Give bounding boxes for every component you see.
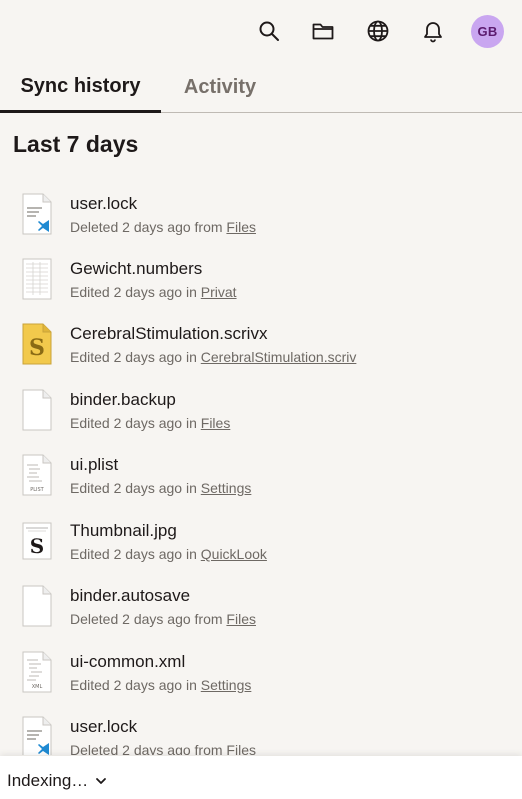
file-meta: Edited 2 days ago in Settings: [70, 677, 252, 693]
file-meta: Deleted 2 days ago from Files: [70, 742, 256, 755]
file-name: CerebralStimulation.scrivx: [70, 324, 268, 343]
list-item[interactable]: binder.autosave Deleted 2 days ago from …: [0, 572, 522, 637]
section-title: Last 7 days: [13, 131, 139, 157]
folder-link[interactable]: QuickLook: [201, 546, 267, 562]
scrivener-icon: S: [20, 322, 54, 366]
list-item[interactable]: binder.backup Edited 2 days ago in Files: [0, 376, 522, 441]
list-item[interactable]: XML ui-common.xml Edited 2 days ago in S…: [0, 638, 522, 703]
list-item[interactable]: user.lock Deleted 2 days ago from Files: [0, 703, 522, 755]
list-item[interactable]: Gewicht.numbers Edited 2 days ago in Pri…: [0, 245, 522, 310]
file-meta: Edited 2 days ago in Settings: [70, 480, 252, 496]
file-name: Thumbnail.jpg: [70, 521, 177, 540]
svg-text:XML: XML: [32, 684, 43, 690]
file-meta: Deleted 2 days ago from Files: [70, 219, 256, 235]
file-meta: Edited 2 days ago in CerebralStimulation…: [70, 349, 357, 365]
tab-activity[interactable]: Activity: [161, 62, 279, 113]
file-name: ui.plist: [70, 455, 119, 474]
blank-file-icon: [20, 584, 54, 628]
globe-icon[interactable]: [364, 17, 392, 45]
file-name: binder.backup: [70, 390, 176, 409]
folder-link[interactable]: Files: [201, 415, 231, 431]
svg-text:PLIST: PLIST: [30, 487, 44, 493]
list-item[interactable]: user.lock Deleted 2 days ago from Files: [0, 180, 522, 245]
folder-link[interactable]: CerebralStimulation.scriv: [201, 349, 357, 365]
indexing-label: Indexing…: [7, 771, 89, 790]
vscode-doc-icon: [20, 192, 54, 236]
list-item[interactable]: S CerebralStimulation.scrivx Edited 2 da…: [0, 310, 522, 375]
blank-file-icon: [20, 388, 54, 432]
list-item[interactable]: S Thumbnail.jpg Edited 2 days ago in Qui…: [0, 507, 522, 572]
list-item[interactable]: PLIST ui.plist Edited 2 days ago in Sett…: [0, 441, 522, 506]
file-name: user.lock: [70, 717, 138, 736]
chevron-down-icon: [96, 778, 107, 784]
folder-link[interactable]: Settings: [201, 480, 252, 496]
file-name: ui-common.xml: [70, 652, 186, 671]
search-icon[interactable]: [255, 17, 283, 45]
file-name: user.lock: [70, 194, 138, 213]
svg-text:S: S: [30, 534, 44, 558]
bell-icon[interactable]: [419, 17, 447, 45]
spreadsheet-icon: [20, 257, 54, 301]
top-bar: GB: [0, 0, 522, 62]
plist-file-icon: PLIST: [20, 453, 54, 497]
file-meta: Edited 2 days ago in Privat: [70, 284, 237, 300]
sync-history-list: user.lock Deleted 2 days ago from Files …: [0, 180, 522, 755]
svg-text:S: S: [29, 335, 45, 361]
status-bar: Indexing…: [0, 756, 522, 799]
file-name: binder.autosave: [70, 586, 191, 605]
indexing-status-button[interactable]: Indexing…: [7, 771, 108, 791]
xml-file-icon: XML: [20, 650, 54, 694]
file-name: Gewicht.numbers: [70, 259, 203, 278]
tab-bar: Sync history Activity: [0, 62, 522, 113]
image-thumbnail-icon: S: [20, 519, 54, 563]
avatar[interactable]: GB: [471, 15, 504, 48]
file-meta: Deleted 2 days ago from Files: [70, 611, 256, 627]
folder-icon[interactable]: [309, 17, 337, 45]
folder-link[interactable]: Files: [226, 742, 256, 755]
file-meta: Edited 2 days ago in Files: [70, 415, 231, 431]
folder-link[interactable]: Privat: [201, 284, 237, 300]
vscode-doc-icon: [20, 715, 54, 755]
folder-link[interactable]: Settings: [201, 677, 252, 693]
tab-sync-history[interactable]: Sync history: [0, 62, 161, 113]
file-meta: Edited 2 days ago in QuickLook: [70, 546, 267, 562]
folder-link[interactable]: Files: [226, 219, 256, 235]
folder-link[interactable]: Files: [226, 611, 256, 627]
